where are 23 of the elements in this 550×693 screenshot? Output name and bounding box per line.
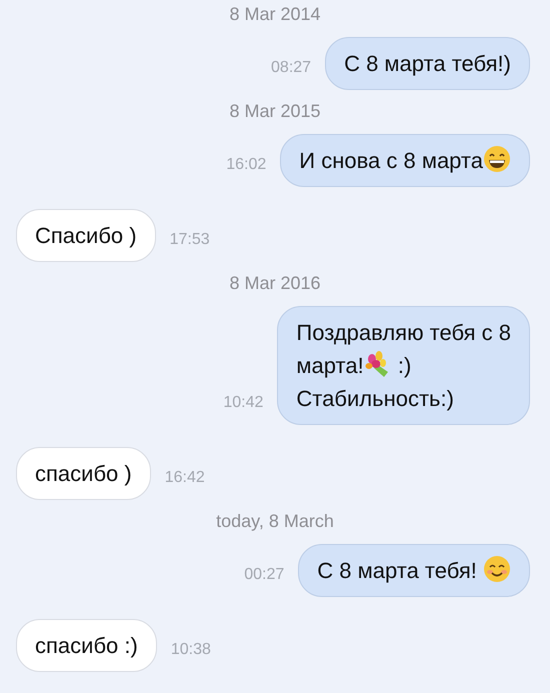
message-text: спасибо ) [35, 461, 132, 486]
message-text: Поздравляю тебя с 8 [296, 320, 511, 345]
message-text: С 8 марта тебя!) [344, 51, 511, 76]
smiling-face-icon [483, 555, 511, 583]
date-separator: 8 Mar 2016 [229, 272, 321, 294]
message-time: 16:42 [164, 469, 205, 488]
message-time: 10:38 [170, 641, 211, 660]
date-separator: 8 Mar 2015 [229, 100, 321, 122]
grinning-face-icon [483, 145, 511, 173]
date-separator: 8 Mar 2014 [229, 3, 321, 25]
message-text: С 8 марта тебя! [317, 558, 478, 583]
message-time: 10:42 [223, 394, 264, 413]
message-text: И снова с 8 марта [299, 148, 483, 173]
message-text: Стабильность:) [296, 386, 454, 411]
message-time: 17:53 [170, 231, 210, 250]
message-time: 16:02 [226, 156, 266, 175]
message-time: 08:27 [271, 59, 312, 78]
message-text: спасибо :) [35, 633, 138, 658]
message-text: :) [396, 353, 412, 378]
message-text: марта! [296, 353, 364, 378]
message-time: 00:27 [244, 566, 284, 585]
date-separator: today, 8 March [216, 510, 334, 532]
message-text: Спасибо ) [35, 223, 137, 248]
